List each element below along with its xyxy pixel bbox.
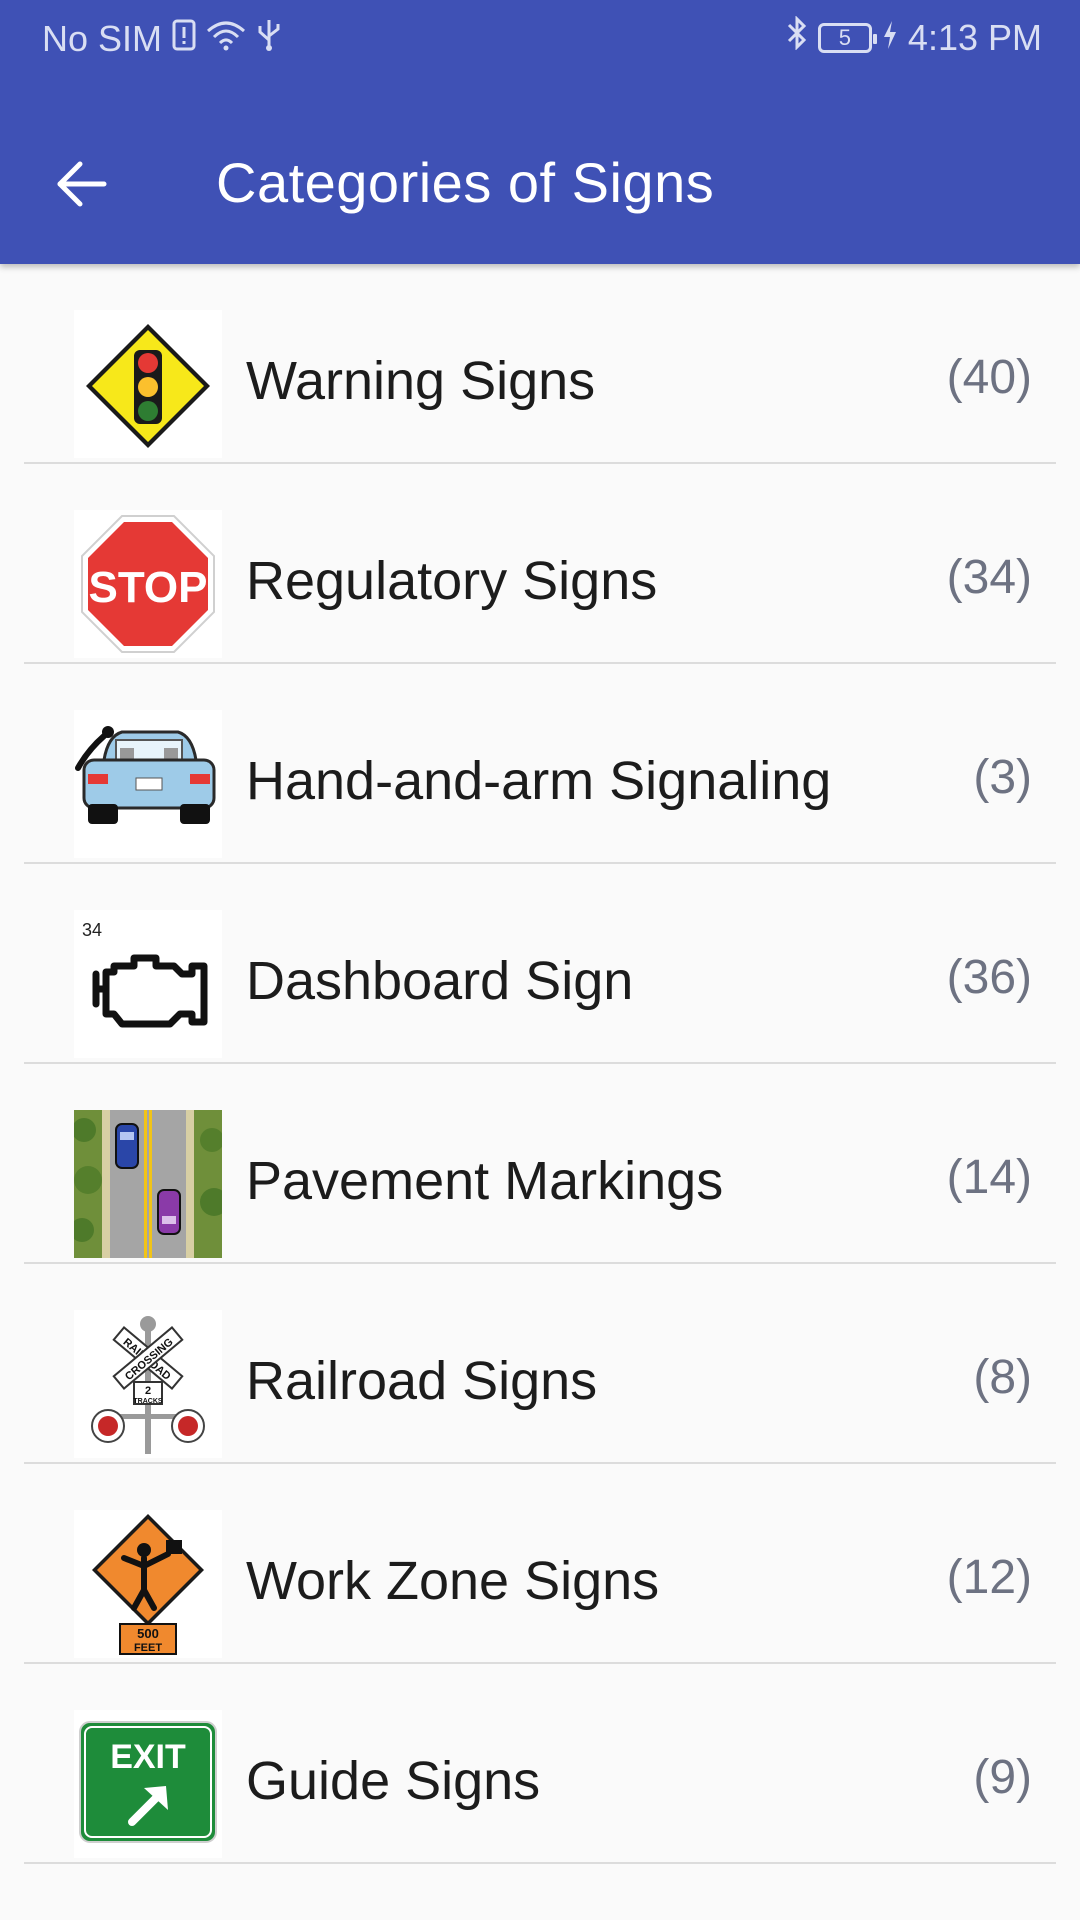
category-label: Railroad Signs xyxy=(246,1351,598,1411)
page-title: Categories of Signs xyxy=(216,151,715,214)
category-label: Guide Signs xyxy=(246,1751,541,1811)
category-label: Hand-and-arm Signaling xyxy=(246,751,832,811)
road-with-cars-icon xyxy=(74,1110,222,1258)
battery-icon: 5 xyxy=(817,22,877,53)
sim-alert-icon xyxy=(172,18,196,60)
list-item-guide-signs[interactable]: EXIT Guide Signs (9) xyxy=(24,1664,1056,1864)
app-bar: No SIM 5 4:13 PM Categories of Signs xyxy=(0,0,1080,264)
category-count: (9) xyxy=(973,1751,1032,1804)
bluetooth-icon xyxy=(786,15,808,59)
category-count: (12) xyxy=(946,1551,1032,1604)
back-button[interactable] xyxy=(52,154,112,214)
category-label: Work Zone Signs xyxy=(246,1551,660,1611)
list-item-dashboard-sign[interactable]: 34 Dashboard Sign (36) xyxy=(24,864,1056,1064)
status-bar: No SIM 5 4:13 PM xyxy=(0,0,1080,76)
distance-unit-text: FEET xyxy=(134,1642,162,1654)
stop-sign-icon: STOP xyxy=(74,510,222,658)
category-count: (3) xyxy=(973,751,1032,804)
category-count: (34) xyxy=(946,551,1032,604)
category-count: (40) xyxy=(946,351,1032,404)
category-count: (36) xyxy=(946,951,1032,1004)
category-label: Dashboard Sign xyxy=(246,951,634,1011)
category-label: Pavement Markings xyxy=(246,1151,724,1211)
charging-icon xyxy=(882,17,898,59)
list-item-regulatory-signs[interactable]: STOP Regulatory Signs (34) xyxy=(24,464,1056,664)
carrier-text: No SIM xyxy=(42,17,163,59)
traffic-light-warning-sign-icon xyxy=(74,310,222,458)
distance-number-text: 500 xyxy=(137,1626,159,1641)
tracks-text: TRACKS xyxy=(133,1398,162,1405)
list-item-pavement-markings[interactable]: Pavement Markings (14) xyxy=(24,1064,1056,1264)
category-label: Regulatory Signs xyxy=(246,551,658,611)
railroad-crossing-sign-icon: RAILROAD CROSSING 2 TRACKS xyxy=(74,1310,222,1458)
category-count: (8) xyxy=(973,1351,1032,1404)
list-item-warning-signs[interactable]: Warning Signs (40) xyxy=(24,264,1056,464)
clock-text: 4:13 PM xyxy=(907,16,1042,58)
exit-text: EXIT xyxy=(110,1738,186,1776)
usb-icon xyxy=(256,16,282,61)
tracks-number-text: 2 xyxy=(145,1385,151,1397)
battery-level: 5 xyxy=(838,24,852,50)
svg-text:STOP: STOP xyxy=(88,563,207,612)
category-label: Warning Signs xyxy=(246,351,596,411)
toolbar: Categories of Signs xyxy=(0,118,1080,248)
flagger-sign-icon: 500 FEET xyxy=(74,1510,222,1658)
category-list: Warning Signs (40) STOP Regulatory Signs… xyxy=(24,264,1056,1864)
list-item-work-zone-signs[interactable]: 500 FEET Work Zone Signs (12) xyxy=(24,1464,1056,1664)
icon-badge: 34 xyxy=(82,920,102,940)
category-count: (14) xyxy=(946,1151,1032,1204)
check-engine-light-icon: 34 xyxy=(74,910,222,1058)
exit-sign-icon: EXIT xyxy=(74,1710,222,1858)
wifi-icon xyxy=(206,18,246,60)
list-item-railroad-signs[interactable]: RAILROAD CROSSING 2 TRACKS Railroad Sign… xyxy=(24,1264,1056,1464)
arrow-back-icon xyxy=(57,161,107,207)
list-item-hand-and-arm-signaling[interactable]: Hand-and-arm Signaling (3) xyxy=(24,664,1056,864)
car-rear-hand-signal-icon xyxy=(74,710,222,858)
